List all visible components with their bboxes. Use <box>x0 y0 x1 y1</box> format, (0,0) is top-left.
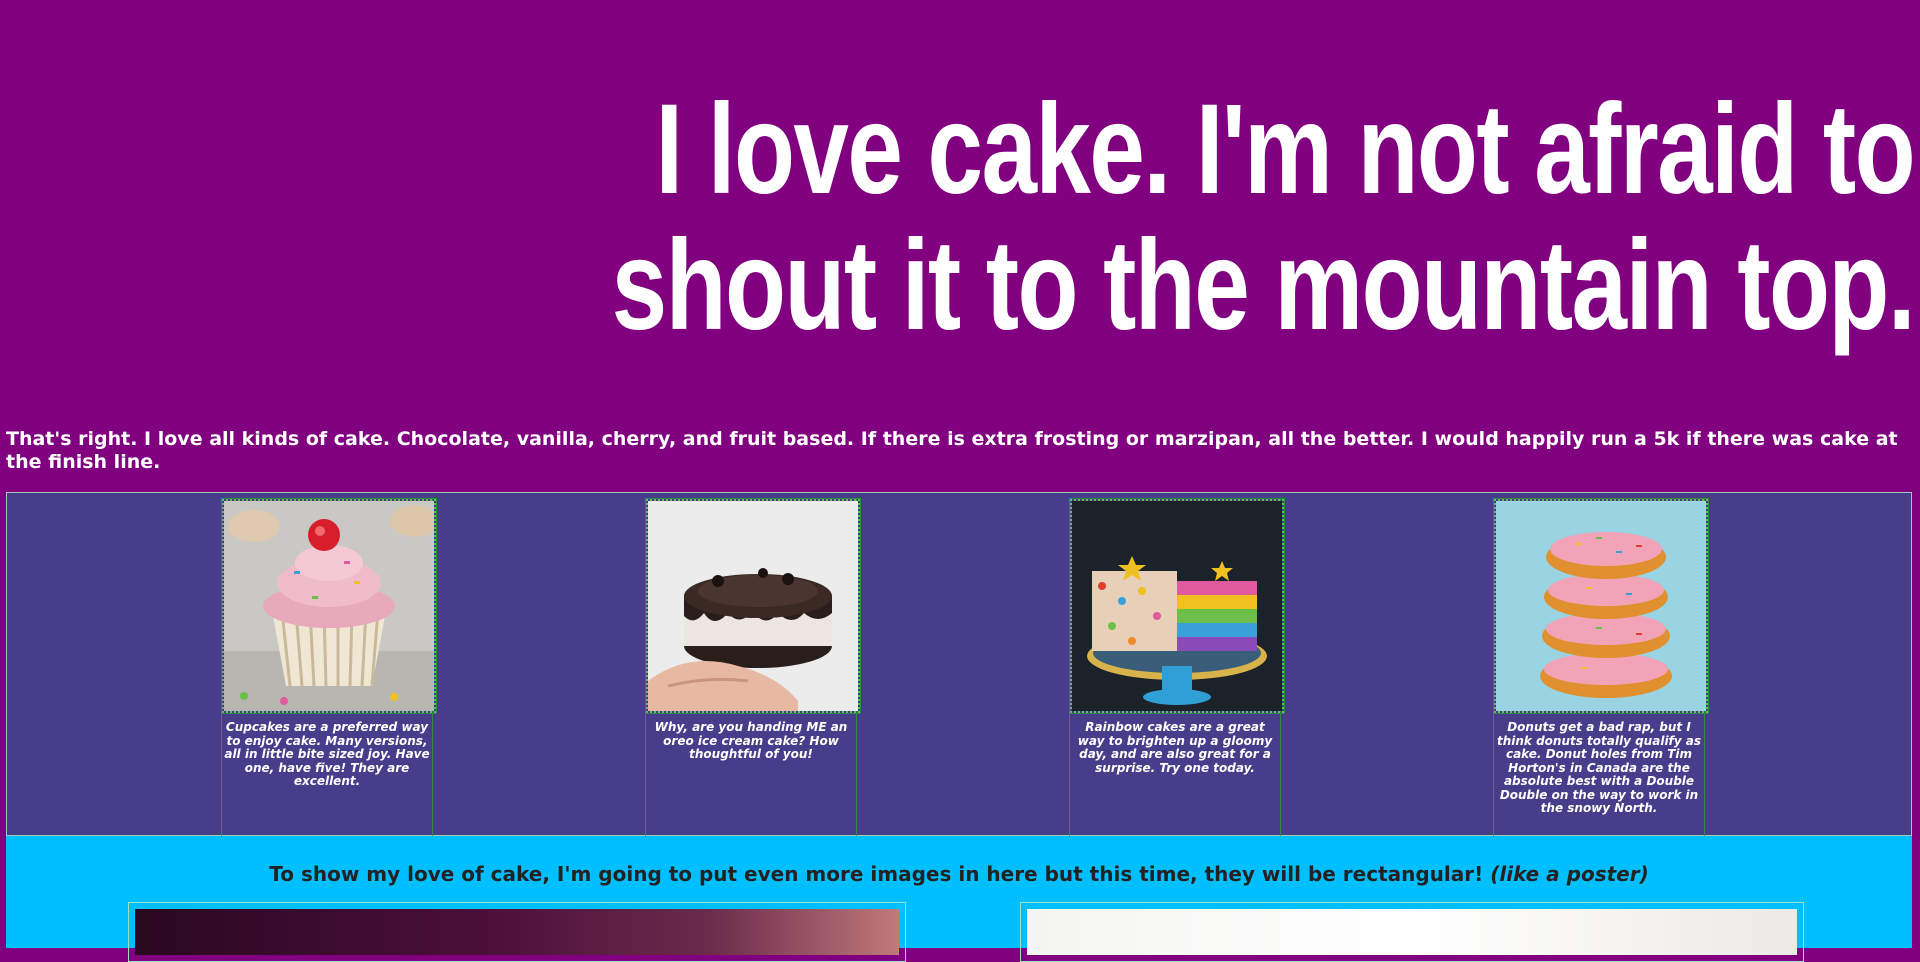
cupcake-photo <box>221 498 437 714</box>
donut-stack-photo <box>1493 498 1709 714</box>
page-title: I love cake. I'm not afraid to shout it … <box>611 78 1916 357</box>
poster-heading: To show my love of cake, I'm going to pu… <box>6 862 1912 886</box>
gallery-card-rainbow-cake: Rainbow cakes are a great way to brighte… <box>1069 498 1285 839</box>
oreo-ice-cream-cake-photo <box>645 498 861 714</box>
gallery-caption: Rainbow cakes are a great way to brighte… <box>1077 720 1273 775</box>
gallery-caption: Why, are you handing ME an oreo ice crea… <box>654 720 848 761</box>
gallery-caption: Donuts get a bad rap, but I think donuts… <box>1496 720 1702 815</box>
poster-photo-1 <box>135 909 899 955</box>
hero: I love cake. I'm not afraid to shout it … <box>0 0 1920 420</box>
gallery-card-oreo-cake: Why, are you handing ME an oreo ice crea… <box>645 498 861 839</box>
poster-image-1 <box>128 902 906 962</box>
poster-section: To show my love of cake, I'm going to pu… <box>6 836 1912 962</box>
poster-heading-text: To show my love of cake, I'm going to pu… <box>269 862 1484 886</box>
gallery-caption: Cupcakes are a preferred way to enjoy ca… <box>224 720 430 788</box>
rainbow-cake-photo <box>1069 498 1285 714</box>
gallery-card-cupcake: Cupcakes are a preferred way to enjoy ca… <box>221 498 437 839</box>
poster-image-2 <box>1020 902 1804 962</box>
poster-heading-emphasis: (like a poster) <box>1490 862 1649 886</box>
intro-paragraph: That's right. I love all kinds of cake. … <box>6 428 1898 473</box>
poster-photo-2 <box>1027 909 1797 955</box>
cake-gallery: Cupcakes are a preferred way to enjoy ca… <box>6 492 1912 839</box>
gallery-card-donuts: Donuts get a bad rap, but I think donuts… <box>1493 498 1709 839</box>
